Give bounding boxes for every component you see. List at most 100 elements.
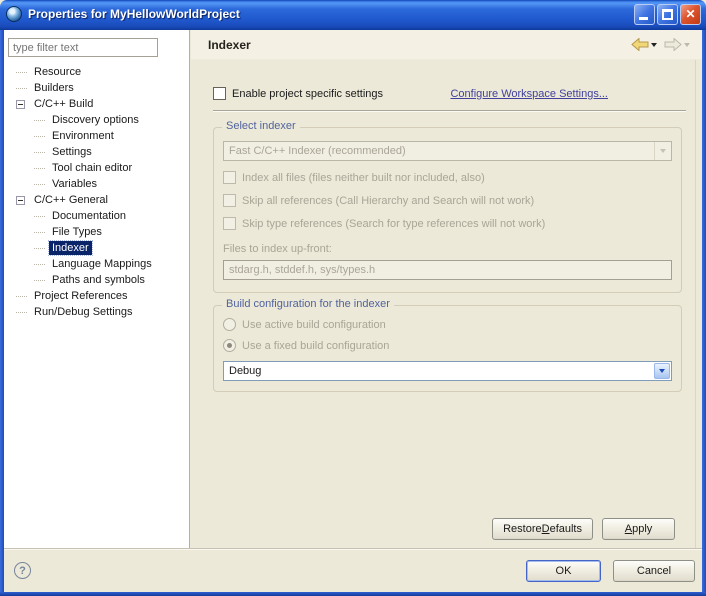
page-title: Indexer — [208, 38, 629, 52]
build-configuration-group-title: Build configuration for the indexer — [222, 298, 394, 310]
tree-guide — [34, 120, 45, 121]
eclipse-logo-icon — [6, 6, 22, 22]
titlebar[interactable]: Properties for MyHellowWorldProject ✕ — [0, 0, 706, 30]
indexer-select-value: Fast C/C++ Indexer (recommended) — [224, 145, 654, 157]
sidebar-item-settings[interactable]: Settings — [4, 144, 188, 160]
apply-label-rest: pply — [632, 523, 652, 535]
restore-defaults-label-rest: efaults — [550, 523, 582, 535]
sidebar: Resource Builders C/C++ Build Discovery … — [4, 30, 190, 548]
tree-guide — [34, 152, 45, 153]
tree-item-label: C/C++ Build — [31, 97, 96, 111]
tree-guide — [16, 72, 27, 73]
ok-button[interactable]: OK — [526, 560, 601, 582]
apply-button[interactable]: Apply — [602, 518, 675, 540]
skip-type-references-label: Skip type references (Search for type re… — [242, 218, 545, 230]
use-fixed-build-config-row: Use a fixed build configuration — [223, 339, 672, 352]
sidebar-item-discovery-options[interactable]: Discovery options — [4, 112, 188, 128]
tree-item-label: Discovery options — [49, 113, 142, 127]
sidebar-item-environment[interactable]: Environment — [4, 128, 188, 144]
tree-item-label: C/C++ General — [31, 193, 111, 207]
build-configuration-group: Build configuration for the indexer Use … — [213, 305, 682, 392]
tree-item-label: Variables — [49, 177, 100, 191]
sidebar-item-language-mappings[interactable]: Language Mappings — [4, 256, 188, 272]
tree-guide — [34, 280, 45, 281]
build-config-combo[interactable]: Debug — [223, 361, 672, 381]
forward-button — [662, 37, 692, 52]
separator — [213, 110, 686, 112]
tree-guide — [34, 184, 45, 185]
index-all-files-checkbox — [223, 171, 236, 184]
main-pane: Indexer — [191, 30, 702, 548]
files-to-index-label: Files to index up-front: — [223, 243, 672, 255]
sidebar-item-run-debug-settings[interactable]: Run/Debug Settings — [4, 304, 188, 320]
cancel-button[interactable]: Cancel — [613, 560, 695, 582]
use-fixed-build-config-radio — [223, 339, 236, 352]
indexer-settings-panel: Enable project specific settings Configu… — [191, 60, 696, 548]
index-all-files-row: Index all files (files neither built nor… — [223, 171, 672, 184]
enable-project-settings-label: Enable project specific settings — [232, 88, 383, 100]
page-header: Indexer — [191, 30, 702, 60]
dialog-client-area: Resource Builders C/C++ Build Discovery … — [4, 30, 702, 592]
tree-guide — [34, 264, 45, 265]
chevron-down-icon — [654, 142, 671, 160]
sidebar-item-file-types[interactable]: File Types — [4, 224, 188, 240]
restore-defaults-label: Restore — [503, 523, 542, 535]
back-icon — [631, 38, 649, 51]
restore-defaults-button[interactable]: Restore Defaults — [492, 518, 593, 540]
sidebar-item-tool-chain-editor[interactable]: Tool chain editor — [4, 160, 188, 176]
index-all-files-label: Index all files (files neither built nor… — [242, 172, 485, 184]
tree-item-label: Project References — [31, 289, 131, 303]
maximize-button[interactable] — [657, 4, 678, 25]
sidebar-item-documentation[interactable]: Documentation — [4, 208, 188, 224]
close-icon: ✕ — [685, 8, 695, 20]
properties-tree: Resource Builders C/C++ Build Discovery … — [4, 64, 188, 320]
tree-item-label: Documentation — [49, 209, 129, 223]
tree-guide — [34, 216, 45, 217]
indexer-select-combo: Fast C/C++ Indexer (recommended) — [223, 141, 672, 161]
tree-guide — [34, 248, 45, 249]
sidebar-item-paths-and-symbols[interactable]: Paths and symbols — [4, 272, 188, 288]
skip-all-references-row: Skip all references (Call Hierarchy and … — [223, 194, 672, 207]
use-active-build-config-radio — [223, 318, 236, 331]
sidebar-item-cpp-general[interactable]: C/C++ General — [4, 192, 188, 208]
use-active-build-config-label: Use active build configuration — [242, 319, 386, 331]
tree-guide — [16, 88, 27, 89]
tree-item-label: Settings — [49, 145, 95, 159]
sidebar-item-builders[interactable]: Builders — [4, 80, 188, 96]
collapse-icon[interactable] — [16, 196, 25, 205]
sidebar-item-cpp-build[interactable]: C/C++ Build — [4, 96, 188, 112]
tree-guide — [34, 232, 45, 233]
skip-all-references-checkbox — [223, 194, 236, 207]
filter-input[interactable] — [8, 38, 158, 57]
tree-guide — [16, 312, 27, 313]
build-config-value: Debug — [224, 365, 653, 377]
sidebar-item-variables[interactable]: Variables — [4, 176, 188, 192]
collapse-icon[interactable] — [16, 100, 25, 109]
use-active-build-config-row: Use active build configuration — [223, 318, 672, 331]
window-title: Properties for MyHellowWorldProject — [28, 7, 634, 21]
tree-guide — [34, 168, 45, 169]
chevron-down-icon[interactable] — [654, 363, 670, 379]
sidebar-item-resource[interactable]: Resource — [4, 64, 188, 80]
select-indexer-group: Select indexer Fast C/C++ Indexer (recom… — [213, 127, 682, 293]
select-indexer-group-title: Select indexer — [222, 120, 300, 132]
help-icon[interactable]: ? — [14, 562, 31, 579]
back-button[interactable] — [629, 37, 659, 52]
close-button[interactable]: ✕ — [680, 4, 701, 25]
properties-dialog: Properties for MyHellowWorldProject ✕ Re… — [0, 0, 706, 596]
minimize-button[interactable] — [634, 4, 655, 25]
use-fixed-build-config-label: Use a fixed build configuration — [242, 340, 389, 352]
tree-item-label: Paths and symbols — [49, 273, 148, 287]
dialog-footer: ? OK Cancel — [4, 548, 702, 592]
skip-type-references-row: Skip type references (Search for type re… — [223, 217, 672, 230]
back-dropdown-icon[interactable] — [651, 43, 657, 47]
tree-guide — [34, 136, 45, 137]
tree-item-label: Resource — [31, 65, 84, 79]
configure-workspace-settings-link[interactable]: Configure Workspace Settings... — [450, 88, 608, 100]
tree-guide — [16, 296, 27, 297]
tree-item-label: Language Mappings — [49, 257, 155, 271]
sidebar-item-indexer[interactable]: Indexer — [4, 240, 188, 256]
apply-mnemonic: A — [625, 523, 632, 535]
sidebar-item-project-references[interactable]: Project References — [4, 288, 188, 304]
enable-project-settings-checkbox[interactable] — [213, 87, 226, 100]
